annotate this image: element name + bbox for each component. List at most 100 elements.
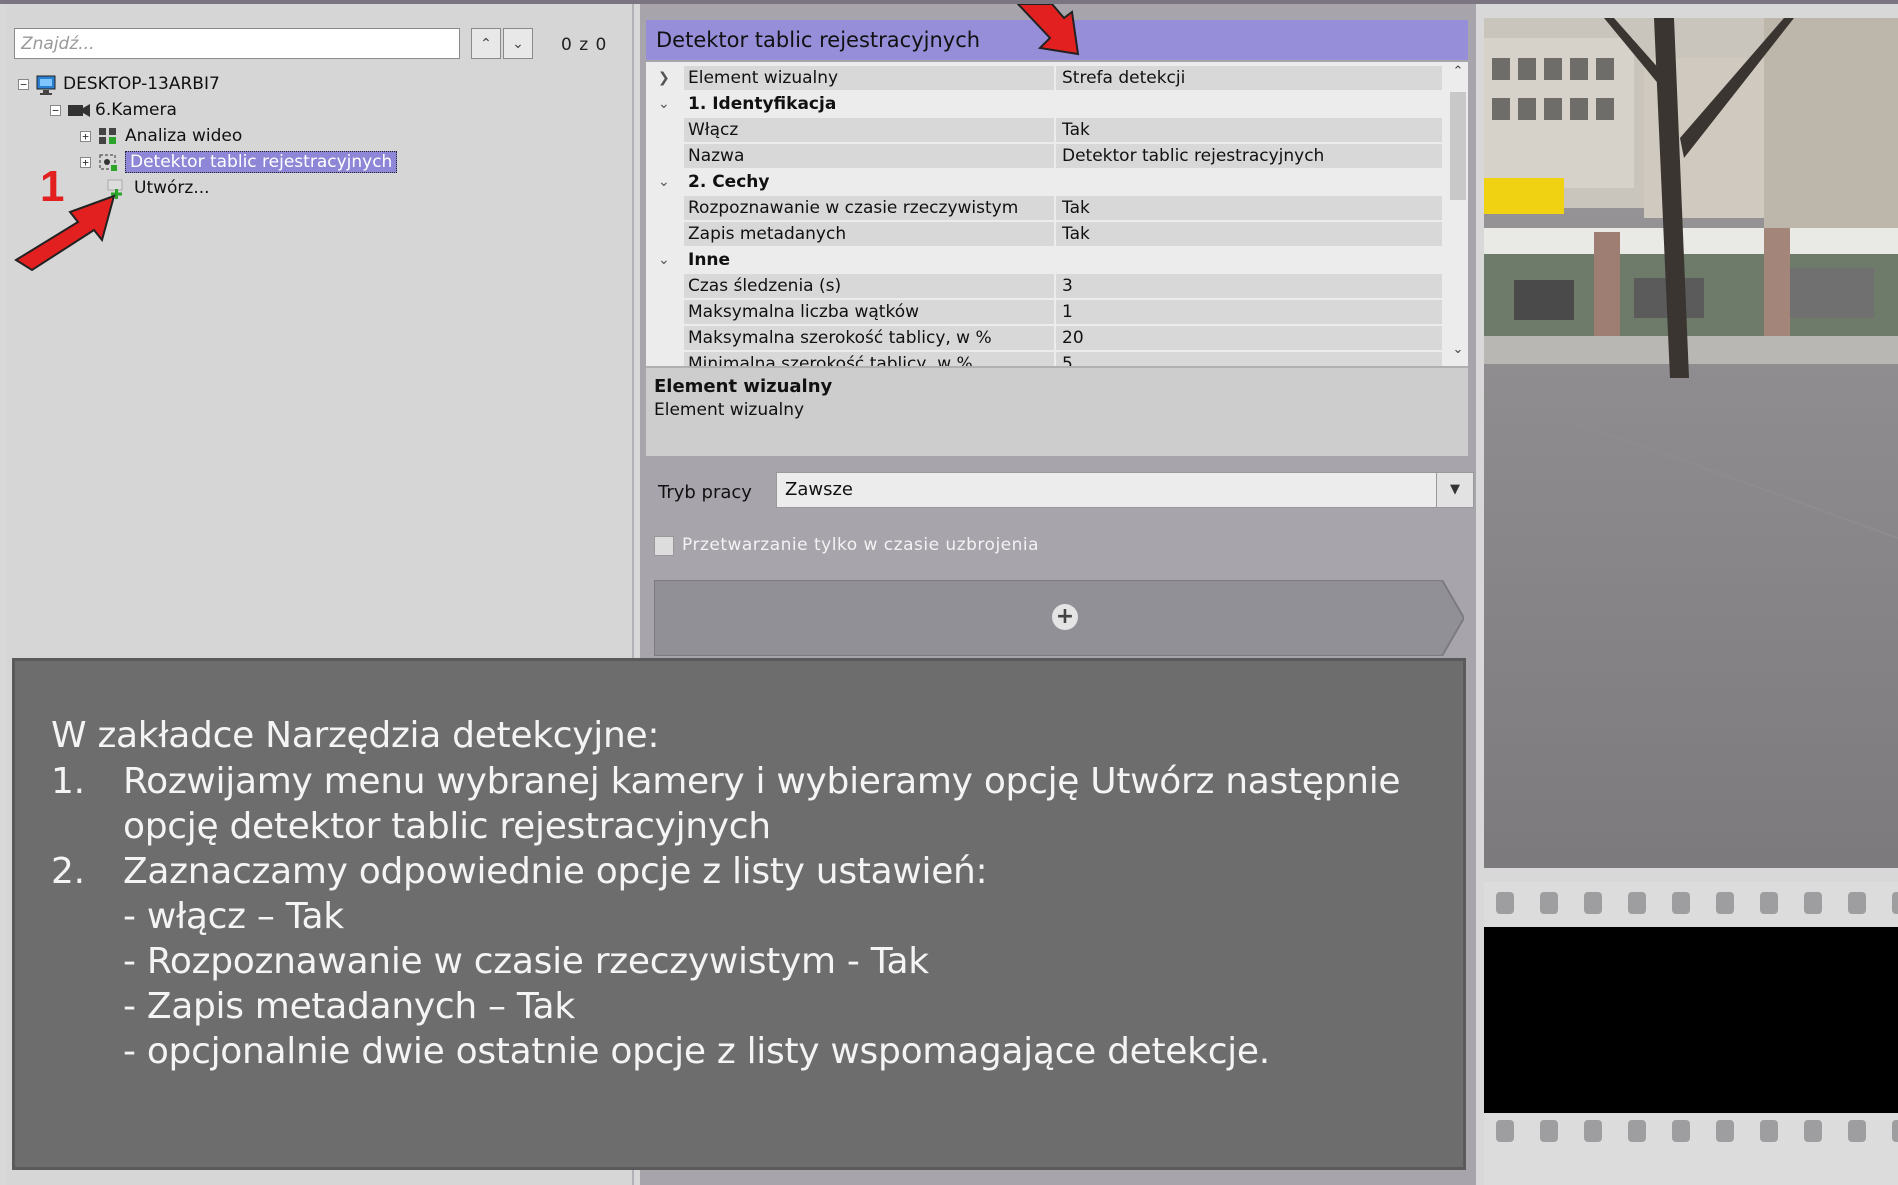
instruction-line: opcję detektor tablic rejestracyjnych: [123, 806, 771, 847]
tree-item-video-analysis[interactable]: + Analiza wideo: [80, 124, 242, 148]
property-category[interactable]: ⌄ 2. Cechy: [646, 170, 1442, 195]
film-sprocket: [1716, 892, 1734, 914]
description-text: Element wizualny: [654, 400, 805, 420]
property-row[interactable]: Włącz Tak: [646, 118, 1442, 143]
category-label: 2. Cechy: [688, 172, 770, 192]
tree-label-camera: 6.Kamera: [95, 100, 177, 120]
property-value[interactable]: 5: [1056, 352, 1442, 366]
instruction-line: Zaznaczamy odpowiednie opcje z listy ust…: [123, 851, 988, 892]
instruction-line: Rozwijamy menu wybranej kamery i wybiera…: [123, 761, 1401, 802]
instruction-number: 2.: [51, 851, 85, 892]
expand-toggle[interactable]: +: [80, 130, 91, 142]
film-sprocket: [1628, 1120, 1646, 1142]
street-scene-image: [1484, 18, 1898, 868]
property-value[interactable]: Detektor tablic rejestracyjnych: [1056, 144, 1442, 168]
arming-label: Przetwarzanie tylko w czasie uzbrojenia: [682, 535, 1040, 555]
instruction-line: - opcjonalnie dwie ostatnie opcje z list…: [123, 1031, 1270, 1072]
instruction-line: - Rozpoznawanie w czasie rzeczywistym - …: [123, 941, 929, 982]
description-title: Element wizualny: [654, 376, 833, 397]
collapse-toggle[interactable]: −: [18, 78, 29, 90]
chevron-down-icon[interactable]: ⌄: [658, 248, 678, 272]
mode-value: Zawsze: [785, 479, 853, 500]
film-sprocket: [1496, 892, 1514, 914]
tree-item-camera[interactable]: − 6.Kamera: [50, 98, 177, 122]
film-sprocket: [1496, 1120, 1514, 1142]
timeline-filmstrip[interactable]: [1484, 882, 1898, 1185]
property-value[interactable]: 3: [1056, 274, 1442, 298]
property-row[interactable]: Minimalna szerokość tablicy, w % 5: [646, 352, 1442, 366]
chevron-down-icon[interactable]: ⌄: [658, 92, 678, 116]
film-sprocket: [1716, 1120, 1734, 1142]
film-sprocket: [1848, 1120, 1866, 1142]
tree-item-plate-detector[interactable]: + Detektor tablic rejestracyjnych: [80, 150, 398, 174]
property-name: Nazwa: [684, 144, 1054, 168]
scroll-up-icon[interactable]: ⌃: [1448, 64, 1468, 84]
property-name: Minimalna szerokość tablicy, w %: [684, 352, 1054, 366]
property-row[interactable]: Zapis metadanych Tak: [646, 222, 1442, 247]
instruction-heading: W zakładce Narzędzia detekcyjne:: [51, 715, 660, 756]
property-name: Zapis metadanych: [684, 222, 1054, 246]
search-input[interactable]: [14, 28, 460, 59]
chevron-down-icon: ⌄: [512, 35, 524, 52]
film-sprocket: [1760, 1120, 1778, 1142]
property-value[interactable]: Strefa detekcji: [1056, 66, 1442, 90]
property-row[interactable]: Nazwa Detektor tablic rejestracyjnych: [646, 144, 1442, 169]
arming-checkbox[interactable]: [654, 536, 674, 556]
property-row[interactable]: Maksymalna liczba wątków 1: [646, 300, 1442, 325]
detector-icon: [97, 152, 119, 172]
property-name: Maksymalna szerokość tablicy, w %: [684, 326, 1054, 350]
film-sprocket: [1628, 892, 1646, 914]
property-row[interactable]: Maksymalna szerokość tablicy, w % 20: [646, 326, 1442, 351]
mode-select[interactable]: Zawsze ▼: [776, 472, 1474, 508]
film-sprocket: [1540, 1120, 1558, 1142]
tree-label-video-analysis: Analiza wideo: [125, 126, 243, 146]
film-sprocket: [1584, 1120, 1602, 1142]
instruction-line: - włącz – Tak: [123, 896, 344, 937]
tree-label-create: Utwórz...: [134, 178, 210, 198]
property-name: Maksymalna liczba wątków: [684, 300, 1054, 324]
search-result-count: 0 z 0: [561, 35, 608, 55]
computer-icon: [35, 74, 57, 95]
chevron-right-icon[interactable]: ❯: [658, 66, 678, 90]
chevron-up-icon: ⌃: [480, 35, 492, 52]
instruction-number: 1.: [51, 761, 85, 802]
property-category[interactable]: ⌄ 1. Identyfikacja: [646, 92, 1442, 117]
property-value[interactable]: Tak: [1056, 222, 1442, 246]
property-category[interactable]: ⌄ Inne: [646, 248, 1442, 273]
annotation-arrow-icon: [1016, 4, 1080, 56]
film-sprocket: [1892, 892, 1898, 914]
expand-toggle[interactable]: +: [80, 156, 91, 168]
film-sprocket: [1804, 892, 1822, 914]
property-name: Włącz: [684, 118, 1054, 142]
film-sprocket: [1848, 892, 1866, 914]
property-value[interactable]: 20: [1056, 326, 1442, 350]
property-value[interactable]: Tak: [1056, 118, 1442, 142]
annotation-arrow-icon: [14, 194, 116, 272]
plus-icon[interactable]: +: [1052, 604, 1078, 630]
property-description: Element wizualny Element wizualny: [646, 366, 1468, 456]
instruction-line: - Zapis metadanych – Tak: [123, 986, 575, 1027]
search-next-button[interactable]: ⌄: [503, 28, 533, 59]
tree-label-server: DESKTOP-13ARBI7: [63, 74, 220, 94]
tree-item-server[interactable]: − DESKTOP-13ARBI7: [18, 72, 220, 96]
dropdown-arrow-icon[interactable]: ▼: [1436, 473, 1473, 507]
add-detector-area[interactable]: +: [654, 580, 1464, 656]
collapse-toggle[interactable]: −: [50, 104, 61, 116]
category-label: Inne: [688, 250, 731, 270]
search-prev-button[interactable]: ⌃: [471, 28, 501, 59]
property-name: Rozpoznawanie w czasie rzeczywistym: [684, 196, 1054, 220]
property-value[interactable]: Tak: [1056, 196, 1442, 220]
property-name: Czas śledzenia (s): [684, 274, 1054, 298]
camera-preview: [1484, 18, 1898, 868]
chevron-down-icon[interactable]: ⌄: [658, 170, 678, 194]
film-sprocket: [1540, 892, 1558, 914]
property-row[interactable]: Rozpoznawanie w czasie rzeczywistym Tak: [646, 196, 1442, 221]
property-row[interactable]: ❯ Element wizualny Strefa detekcji: [646, 66, 1442, 91]
scroll-down-icon[interactable]: ⌄: [1448, 342, 1468, 362]
film-sprocket: [1892, 1120, 1898, 1142]
scroll-thumb[interactable]: [1450, 92, 1466, 200]
property-value[interactable]: 1: [1056, 300, 1442, 324]
property-name: Element wizualny: [684, 66, 1054, 90]
property-row[interactable]: Czas śledzenia (s) 3: [646, 274, 1442, 299]
property-scrollbar[interactable]: ⌃ ⌄: [1448, 62, 1468, 366]
